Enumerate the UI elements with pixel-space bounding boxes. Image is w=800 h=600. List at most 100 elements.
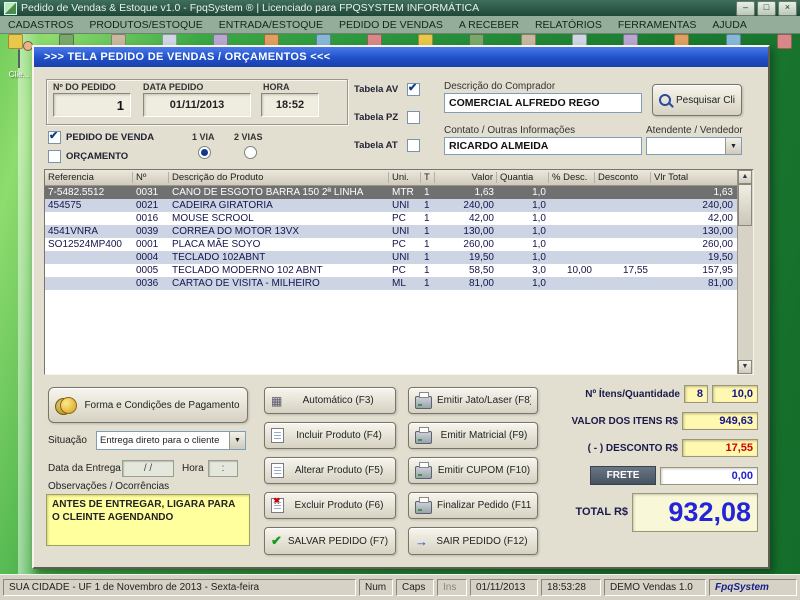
scroll-up-icon[interactable]: ▲ — [738, 170, 752, 184]
observacoes-textarea[interactable]: ANTES DE ENTREGAR, LIGARA PARA O CLEINTE… — [46, 494, 250, 546]
data-pedido-field[interactable]: 01/11/2013 — [143, 93, 251, 117]
cell-valor: 260,00 — [435, 238, 497, 251]
toolbar-icon-1[interactable] — [8, 34, 23, 49]
tabela-pz-row[interactable]: Tabela PZ — [354, 111, 420, 124]
emitir-jato-laser-label: Emitir Jato/Laser (F8) — [437, 395, 531, 406]
table-row[interactable]: 0016 MOUSE SCROOL PC 1 42,00 1,0 42,00 — [45, 212, 738, 225]
orcamento-checkbox-row[interactable]: ORÇAMENTO — [48, 150, 128, 163]
alterar-produto-button[interactable]: Alterar Produto (F5) — [264, 457, 396, 484]
products-table: Referencia Nº Descrição do Produto Uni. … — [44, 169, 754, 375]
observacoes-label: Observações / Ocorrências — [48, 481, 169, 492]
table-row[interactable]: 4541VNRA 0039 CORREA DO MOTOR 13VX UNI 1… — [45, 225, 738, 238]
menu-pedido-de-vendas[interactable]: PEDIDO DE VENDAS — [331, 18, 451, 32]
salvar-pedido-button[interactable]: ✔ SALVAR PEDIDO (F7) — [264, 527, 396, 555]
total-label: TOTAL R$ — [554, 506, 628, 518]
exit-arrow-icon: → — [415, 534, 428, 549]
cell-vlr-total: 130,00 — [651, 225, 738, 238]
emitir-matricial-button[interactable]: Emitir Matricial (F9) — [408, 422, 538, 449]
tabela-at-checkbox[interactable] — [407, 139, 420, 152]
frete-value[interactable]: 0,00 — [660, 467, 758, 485]
cell-quantia: 1,0 — [497, 199, 549, 212]
forma-pagamento-button[interactable]: Forma e Condições de Pagamento — [48, 387, 248, 423]
finalizar-pedido-label: Finalizar Pedido (F11) — [437, 500, 531, 511]
via2-radio[interactable] — [244, 146, 257, 159]
table-row[interactable]: SO12524MP400 0001 PLACA MÃE SOYO PC 1 26… — [45, 238, 738, 251]
maximize-button[interactable]: □ — [757, 1, 776, 16]
menu-cadastros[interactable]: CADASTROS — [0, 18, 81, 32]
cell-quantia: 1,0 — [497, 277, 549, 290]
toolbar-icon-16[interactable] — [777, 34, 792, 49]
menu-ajuda[interactable]: AJUDA — [704, 18, 754, 32]
total-value: 932,08 — [632, 493, 758, 532]
table-row[interactable]: 0036 CARTAO DE VISITA - MILHEIRO ML 1 81… — [45, 277, 738, 290]
cell-referencia — [45, 212, 133, 225]
chevron-down-icon[interactable]: ▼ — [229, 432, 245, 449]
sair-pedido-button[interactable]: → SAIR PEDIDO (F12) — [408, 527, 538, 555]
valor-itens-row: VALOR DOS ITENS R$ 949,63 — [554, 412, 758, 430]
minimize-button[interactable]: – — [736, 1, 755, 16]
hora-pedido-field[interactable]: 18:52 — [261, 93, 319, 117]
cell-perc-desc: 10,00 — [549, 264, 595, 277]
cell-unidade: UNI — [389, 199, 421, 212]
tabela-at-row[interactable]: Tabela AT — [354, 139, 420, 152]
cell-unidade: UNI — [389, 251, 421, 264]
keypad-icon: ▦ — [271, 394, 282, 408]
pedido-de-venda-checkbox-row[interactable]: PEDIDO DE VENDA — [48, 131, 154, 144]
cell-unidade: PC — [389, 238, 421, 251]
pesquisar-cliente-button[interactable]: Pesquisar Cliente — [652, 84, 742, 116]
cell-t: 1 — [421, 225, 435, 238]
cell-t: 1 — [421, 277, 435, 290]
tabela-pz-checkbox[interactable] — [407, 111, 420, 124]
chevron-down-icon[interactable]: ▼ — [725, 138, 741, 154]
menu-relatorios[interactable]: RELATÓRIOS — [527, 18, 610, 32]
tabela-av-row[interactable]: Tabela AV — [354, 83, 420, 96]
dialog-title: >>> TELA PEDIDO DE VENDAS / ORÇAMENTOS <… — [34, 47, 768, 67]
incluir-produto-button[interactable]: Incluir Produto (F4) — [264, 422, 396, 449]
forma-pagamento-label: Forma e Condições de Pagamento — [83, 400, 241, 411]
finalizar-pedido-button[interactable]: Finalizar Pedido (F11) — [408, 492, 538, 519]
emitir-jato-laser-button[interactable]: Emitir Jato/Laser (F8) — [408, 387, 538, 414]
cell-vlr-total: 81,00 — [651, 277, 738, 290]
menu-produtos-estoque[interactable]: PRODUTOS/ESTOQUE — [81, 18, 210, 32]
via1-radio[interactable] — [198, 146, 211, 159]
toolbar-icon-clientes[interactable]: Clie... — [2, 50, 36, 79]
header-perc-desc: % Desc. — [549, 172, 595, 183]
table-row[interactable]: 454575 0021 CADEIRA GIRATORIA UNI 1 240,… — [45, 199, 738, 212]
status-bar: SUA CIDADE - UF 1 de Novembro de 2013 - … — [0, 574, 800, 600]
close-button[interactable]: × — [778, 1, 797, 16]
emitir-cupom-button[interactable]: Emitir CUPOM (F10) — [408, 457, 538, 484]
atendente-combobox[interactable]: ▼ — [646, 137, 742, 155]
contato-label: Contato / Outras Informações — [444, 125, 575, 136]
cell-referencia — [45, 264, 133, 277]
cell-quantia: 1,0 — [497, 212, 549, 225]
hora-entrega-field[interactable]: : — [208, 460, 238, 477]
table-row[interactable]: 0005 TECLADO MODERNO 102 ABNT PC 1 58,50… — [45, 264, 738, 277]
header-desconto: Desconto — [595, 172, 651, 183]
cell-numero: 0036 — [133, 277, 169, 290]
menu-a-receber[interactable]: A RECEBER — [451, 18, 527, 32]
tabela-av-checkbox[interactable] — [407, 83, 420, 96]
situacao-combobox[interactable]: Entrega direto para o cliente ▼ — [96, 431, 246, 450]
orcamento-checkbox[interactable] — [48, 150, 61, 163]
header-valor: Valor — [435, 172, 497, 183]
menu-entrada-estoque[interactable]: ENTRADA/ESTOQUE — [211, 18, 331, 32]
comprador-input[interactable]: COMERCIAL ALFREDO REGO — [444, 93, 642, 113]
excluir-produto-button[interactable]: ✖ Excluir Produto (F6) — [264, 492, 396, 519]
numero-pedido-field[interactable]: 1 — [53, 93, 131, 117]
pedido-de-venda-checkbox[interactable] — [48, 131, 61, 144]
automatico-button[interactable]: ▦ Automático (F3) — [264, 387, 396, 414]
scroll-down-icon[interactable]: ▼ — [738, 360, 752, 374]
app-icon — [4, 2, 17, 15]
contato-input[interactable]: RICARDO ALMEIDA — [444, 137, 642, 155]
cell-desconto — [595, 238, 651, 251]
emitir-matricial-label: Emitir Matricial (F9) — [437, 430, 531, 441]
table-row[interactable]: 0004 TECLADO 102ABNT UNI 1 19,50 1,0 19,… — [45, 251, 738, 264]
table-scrollbar[interactable]: ▲ ▼ — [737, 170, 753, 374]
menu-ferramentas[interactable]: FERRAMENTAS — [610, 18, 705, 32]
data-entrega-field[interactable]: / / — [122, 460, 174, 477]
scrollbar-thumb[interactable] — [738, 184, 752, 226]
tabela-pz-label: Tabela PZ — [354, 112, 402, 123]
delete-x-icon: ✖ — [273, 496, 281, 507]
header-unidade: Uni. — [389, 172, 421, 183]
table-row[interactable]: 7-5482.5512 0031 CANO DE ESGOTO BARRA 15… — [45, 186, 738, 199]
